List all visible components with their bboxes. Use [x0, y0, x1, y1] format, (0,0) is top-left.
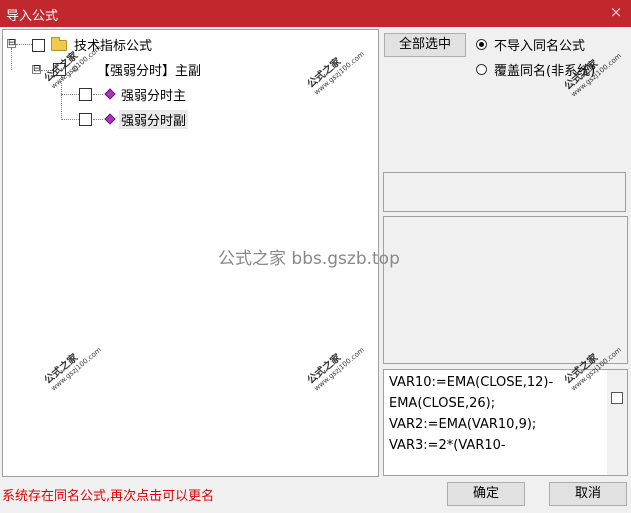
skip-duplicates-label[interactable]: 不导入同名公式 [494, 35, 585, 54]
folder-icon [51, 37, 67, 51]
formula-checkbox[interactable] [611, 392, 623, 404]
ok-button[interactable]: 确定 [447, 482, 525, 506]
overwrite-radio[interactable] [476, 64, 487, 75]
preview-panel [383, 216, 628, 364]
tree-group-label[interactable]: 【强弱分时】主副 [97, 60, 201, 79]
root-checkbox[interactable] [32, 39, 45, 52]
title-bar: 导入公式 × [0, 0, 631, 27]
tree-connector [61, 94, 79, 95]
watermark-text: 公式之家 bbs.gszb.top [218, 249, 400, 269]
formula-line: VAR3:=2*(VAR10- [389, 438, 506, 453]
tree-connector [93, 94, 103, 95]
tree-connector [93, 119, 103, 120]
formula-scrollbar[interactable] [607, 370, 627, 475]
window-title: 导入公式 [6, 9, 59, 24]
tree-connector [11, 48, 12, 70]
formula-diamond-icon [104, 113, 116, 125]
tree-connector [16, 44, 32, 45]
cancel-button[interactable]: 取消 [549, 482, 627, 506]
formula-line: VAR2:=EMA(VAR10,9); [389, 417, 537, 432]
formula-preview[interactable]: VAR10:=EMA(CLOSE,12)- EMA(CLOSE,26); VAR… [383, 369, 628, 476]
root-collapse-icon[interactable]: ⊟ [7, 39, 16, 48]
tree-item-label[interactable]: 强弱分时主 [121, 85, 186, 104]
status-message: 系统存在同名公式,再次点击可以更名 [2, 489, 215, 504]
close-icon[interactable]: × [607, 3, 625, 21]
item-checkbox[interactable] [79, 113, 92, 126]
tree-connector [61, 119, 79, 120]
formula-diamond-icon [104, 88, 116, 100]
formula-line: VAR10:=EMA(CLOSE,12)- [389, 375, 554, 390]
select-all-button[interactable]: 全部选中 [384, 33, 466, 57]
skip-duplicates-radio[interactable] [476, 39, 487, 50]
description-field [383, 172, 626, 212]
formula-line: EMA(CLOSE,26); [389, 396, 496, 411]
tree-item-label[interactable]: 强弱分时副 [119, 110, 189, 129]
item-checkbox[interactable] [79, 88, 92, 101]
